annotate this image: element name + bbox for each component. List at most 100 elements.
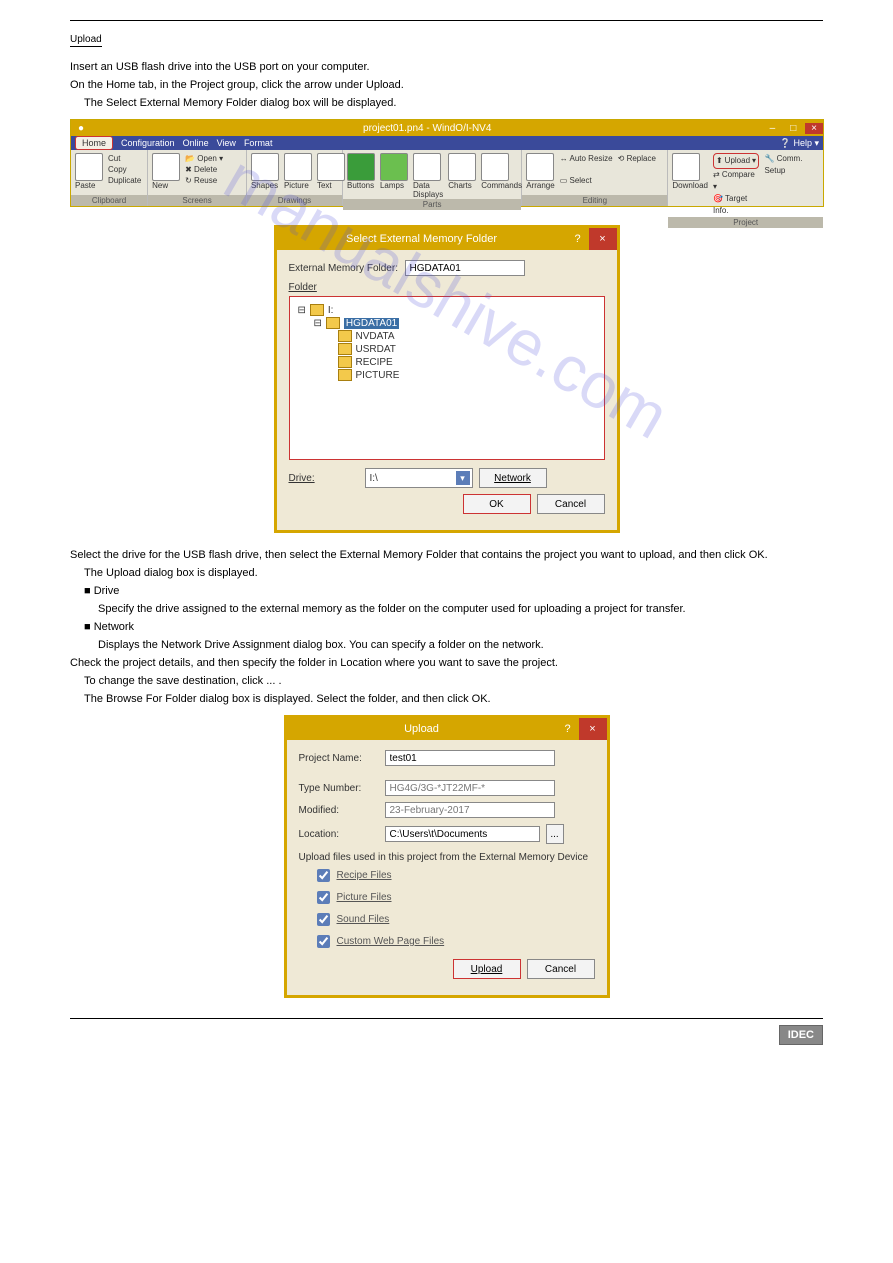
comm-setup-button[interactable]: 🔧 Comm. Setup bbox=[764, 154, 802, 175]
close-icon[interactable]: × bbox=[589, 228, 617, 250]
paste-button[interactable]: Paste bbox=[75, 153, 103, 190]
duplicate-button[interactable]: Duplicate bbox=[108, 175, 141, 186]
picture-button[interactable]: Picture bbox=[284, 153, 312, 190]
cancel-button[interactable]: Cancel bbox=[537, 494, 605, 514]
tree-node[interactable]: RECIPE bbox=[356, 357, 393, 368]
type-number-label: Type Number: bbox=[299, 783, 379, 794]
group-editing-label: Editing bbox=[522, 195, 667, 206]
shapes-button[interactable]: Shapes bbox=[251, 153, 279, 190]
folder-icon bbox=[310, 304, 324, 316]
bullet-drive: ■ Drive bbox=[84, 585, 823, 597]
folder-icon bbox=[338, 356, 352, 368]
tree-collapse-icon[interactable]: ⊟ bbox=[314, 318, 322, 329]
location-input[interactable] bbox=[385, 826, 540, 842]
buttons-button[interactable]: Buttons bbox=[347, 153, 375, 190]
copy-button[interactable]: Copy bbox=[108, 164, 141, 175]
close-icon[interactable]: × bbox=[579, 718, 607, 740]
recipe-files-checkbox[interactable]: Recipe Files bbox=[313, 866, 595, 885]
drive-label: Drive: bbox=[289, 473, 359, 484]
tree-collapse-icon[interactable]: ⊟ bbox=[298, 305, 306, 316]
compare-button[interactable]: ⇄ Compare ▾ bbox=[713, 170, 755, 191]
tree-node[interactable]: USRDAT bbox=[356, 344, 396, 355]
upload-dialog: Upload ? × Project Name: Type Number: Mo… bbox=[284, 715, 610, 998]
tree-node[interactable]: NVDATA bbox=[356, 331, 395, 342]
close-icon[interactable]: × bbox=[805, 123, 823, 134]
reuse-screen-button[interactable]: ↻ Reuse bbox=[185, 175, 223, 186]
location-label: Location: bbox=[299, 829, 379, 840]
target-info-button[interactable]: 🎯 Target Info. bbox=[713, 194, 747, 215]
type-number-input bbox=[385, 780, 555, 796]
step-3: The Select External Memory Folder dialog… bbox=[84, 97, 823, 109]
section-heading: Upload bbox=[70, 34, 102, 47]
app-title: project01.pn4 - WindO/I-NV4 bbox=[91, 123, 763, 134]
custom-web-checkbox[interactable]: Custom Web Page Files bbox=[313, 932, 595, 951]
cancel-button[interactable]: Cancel bbox=[527, 959, 595, 979]
tree-selected-node[interactable]: HGDATA01 bbox=[344, 318, 399, 329]
delete-screen-button[interactable]: ✖ Delete bbox=[185, 164, 223, 175]
drive-select[interactable]: I:\▾ bbox=[365, 468, 473, 488]
tab-home[interactable]: Home bbox=[75, 136, 113, 150]
upload-button[interactable]: Upload bbox=[453, 959, 521, 979]
open-screen-button[interactable]: 📂 Open ▾ bbox=[185, 153, 223, 164]
mid-check-details: Check the project details, and then spec… bbox=[70, 657, 823, 669]
dialog2-title: Upload bbox=[287, 723, 557, 735]
bullet-network: ■ Network bbox=[84, 621, 823, 633]
dialog1-title: Select External Memory Folder bbox=[277, 233, 567, 245]
window-controls: – □ × bbox=[763, 123, 823, 134]
help-link[interactable]: ❔ Help ▾ bbox=[780, 138, 819, 149]
group-project-label: Project bbox=[668, 217, 823, 228]
group-clipboard-label: Clipboard bbox=[71, 195, 147, 206]
tab-view[interactable]: View bbox=[217, 138, 236, 148]
sound-files-checkbox[interactable]: Sound Files bbox=[313, 910, 595, 929]
ribbon-screenshot: ● project01.pn4 - WindO/I-NV4 – □ × Home… bbox=[70, 119, 824, 207]
idec-logo: IDEC bbox=[779, 1025, 823, 1045]
new-screen-button[interactable]: New bbox=[152, 153, 180, 190]
tab-online[interactable]: Online bbox=[183, 138, 209, 148]
network-button[interactable]: Network bbox=[479, 468, 547, 488]
replace-button[interactable]: ⟲ Replace bbox=[618, 153, 656, 164]
auto-resize-button[interactable]: ↔ Auto Resize bbox=[560, 153, 613, 164]
mid-browse-folder: The Browse For Folder dialog box is disp… bbox=[84, 693, 823, 705]
help-icon[interactable]: ? bbox=[567, 233, 589, 245]
charts-button[interactable]: Charts bbox=[448, 153, 476, 190]
step-1: Insert an USB flash drive into the USB p… bbox=[70, 61, 823, 73]
picture-files-checkbox[interactable]: Picture Files bbox=[313, 888, 595, 907]
folder-icon bbox=[338, 343, 352, 355]
project-name-input[interactable] bbox=[385, 750, 555, 766]
group-parts-label: Parts bbox=[343, 199, 521, 210]
group-drawings-label: Drawings bbox=[247, 195, 342, 206]
text-button[interactable]: Text bbox=[317, 153, 345, 190]
mid-step-select-drive: Select the drive for the USB flash drive… bbox=[70, 549, 823, 561]
upload-files-label: Upload files used in this project from t… bbox=[299, 852, 595, 863]
arrange-button[interactable]: Arrange bbox=[526, 153, 554, 190]
folder-icon bbox=[338, 330, 352, 342]
external-memory-folder-label: External Memory Folder: bbox=[289, 263, 399, 274]
data-displays-button[interactable]: Data Displays bbox=[413, 153, 443, 199]
page-footer: IDEC bbox=[70, 1018, 823, 1045]
lamps-button[interactable]: Lamps bbox=[380, 153, 408, 190]
ok-button[interactable]: OK bbox=[463, 494, 531, 514]
chevron-down-icon[interactable]: ▾ bbox=[456, 471, 470, 485]
upload-ribbon-button[interactable]: ⬆ Upload ▾ bbox=[713, 153, 759, 169]
folder-label: Folder bbox=[289, 282, 605, 293]
project-name-label: Project Name: bbox=[299, 753, 379, 764]
help-icon[interactable]: ? bbox=[557, 723, 579, 735]
download-button[interactable]: Download bbox=[672, 153, 708, 190]
commands-button[interactable]: Commands bbox=[481, 153, 522, 190]
folder-icon bbox=[326, 317, 340, 329]
step-2: On the Home tab, in the Project group, c… bbox=[70, 79, 823, 91]
minimize-icon[interactable]: – bbox=[763, 123, 781, 134]
browse-button[interactable]: ... bbox=[546, 824, 564, 844]
cut-button[interactable]: Cut bbox=[108, 153, 141, 164]
external-memory-folder-input[interactable] bbox=[405, 260, 525, 276]
maximize-icon[interactable]: □ bbox=[784, 123, 802, 134]
folder-tree[interactable]: ⊟I: ⊟HGDATA01 NVDATA USRDAT RECIPE PICTU… bbox=[289, 296, 605, 460]
mid-change-dest: To change the save destination, click ..… bbox=[84, 675, 823, 687]
tree-node[interactable]: PICTURE bbox=[356, 370, 400, 381]
tab-configuration[interactable]: Configuration bbox=[121, 138, 175, 148]
mid-upload-dialog-shown: The Upload dialog box is displayed. bbox=[84, 567, 823, 579]
select-button[interactable]: ▭ Select bbox=[560, 175, 613, 186]
top-rule bbox=[70, 20, 823, 21]
app-icon: ● bbox=[71, 123, 91, 134]
tab-format[interactable]: Format bbox=[244, 138, 273, 148]
